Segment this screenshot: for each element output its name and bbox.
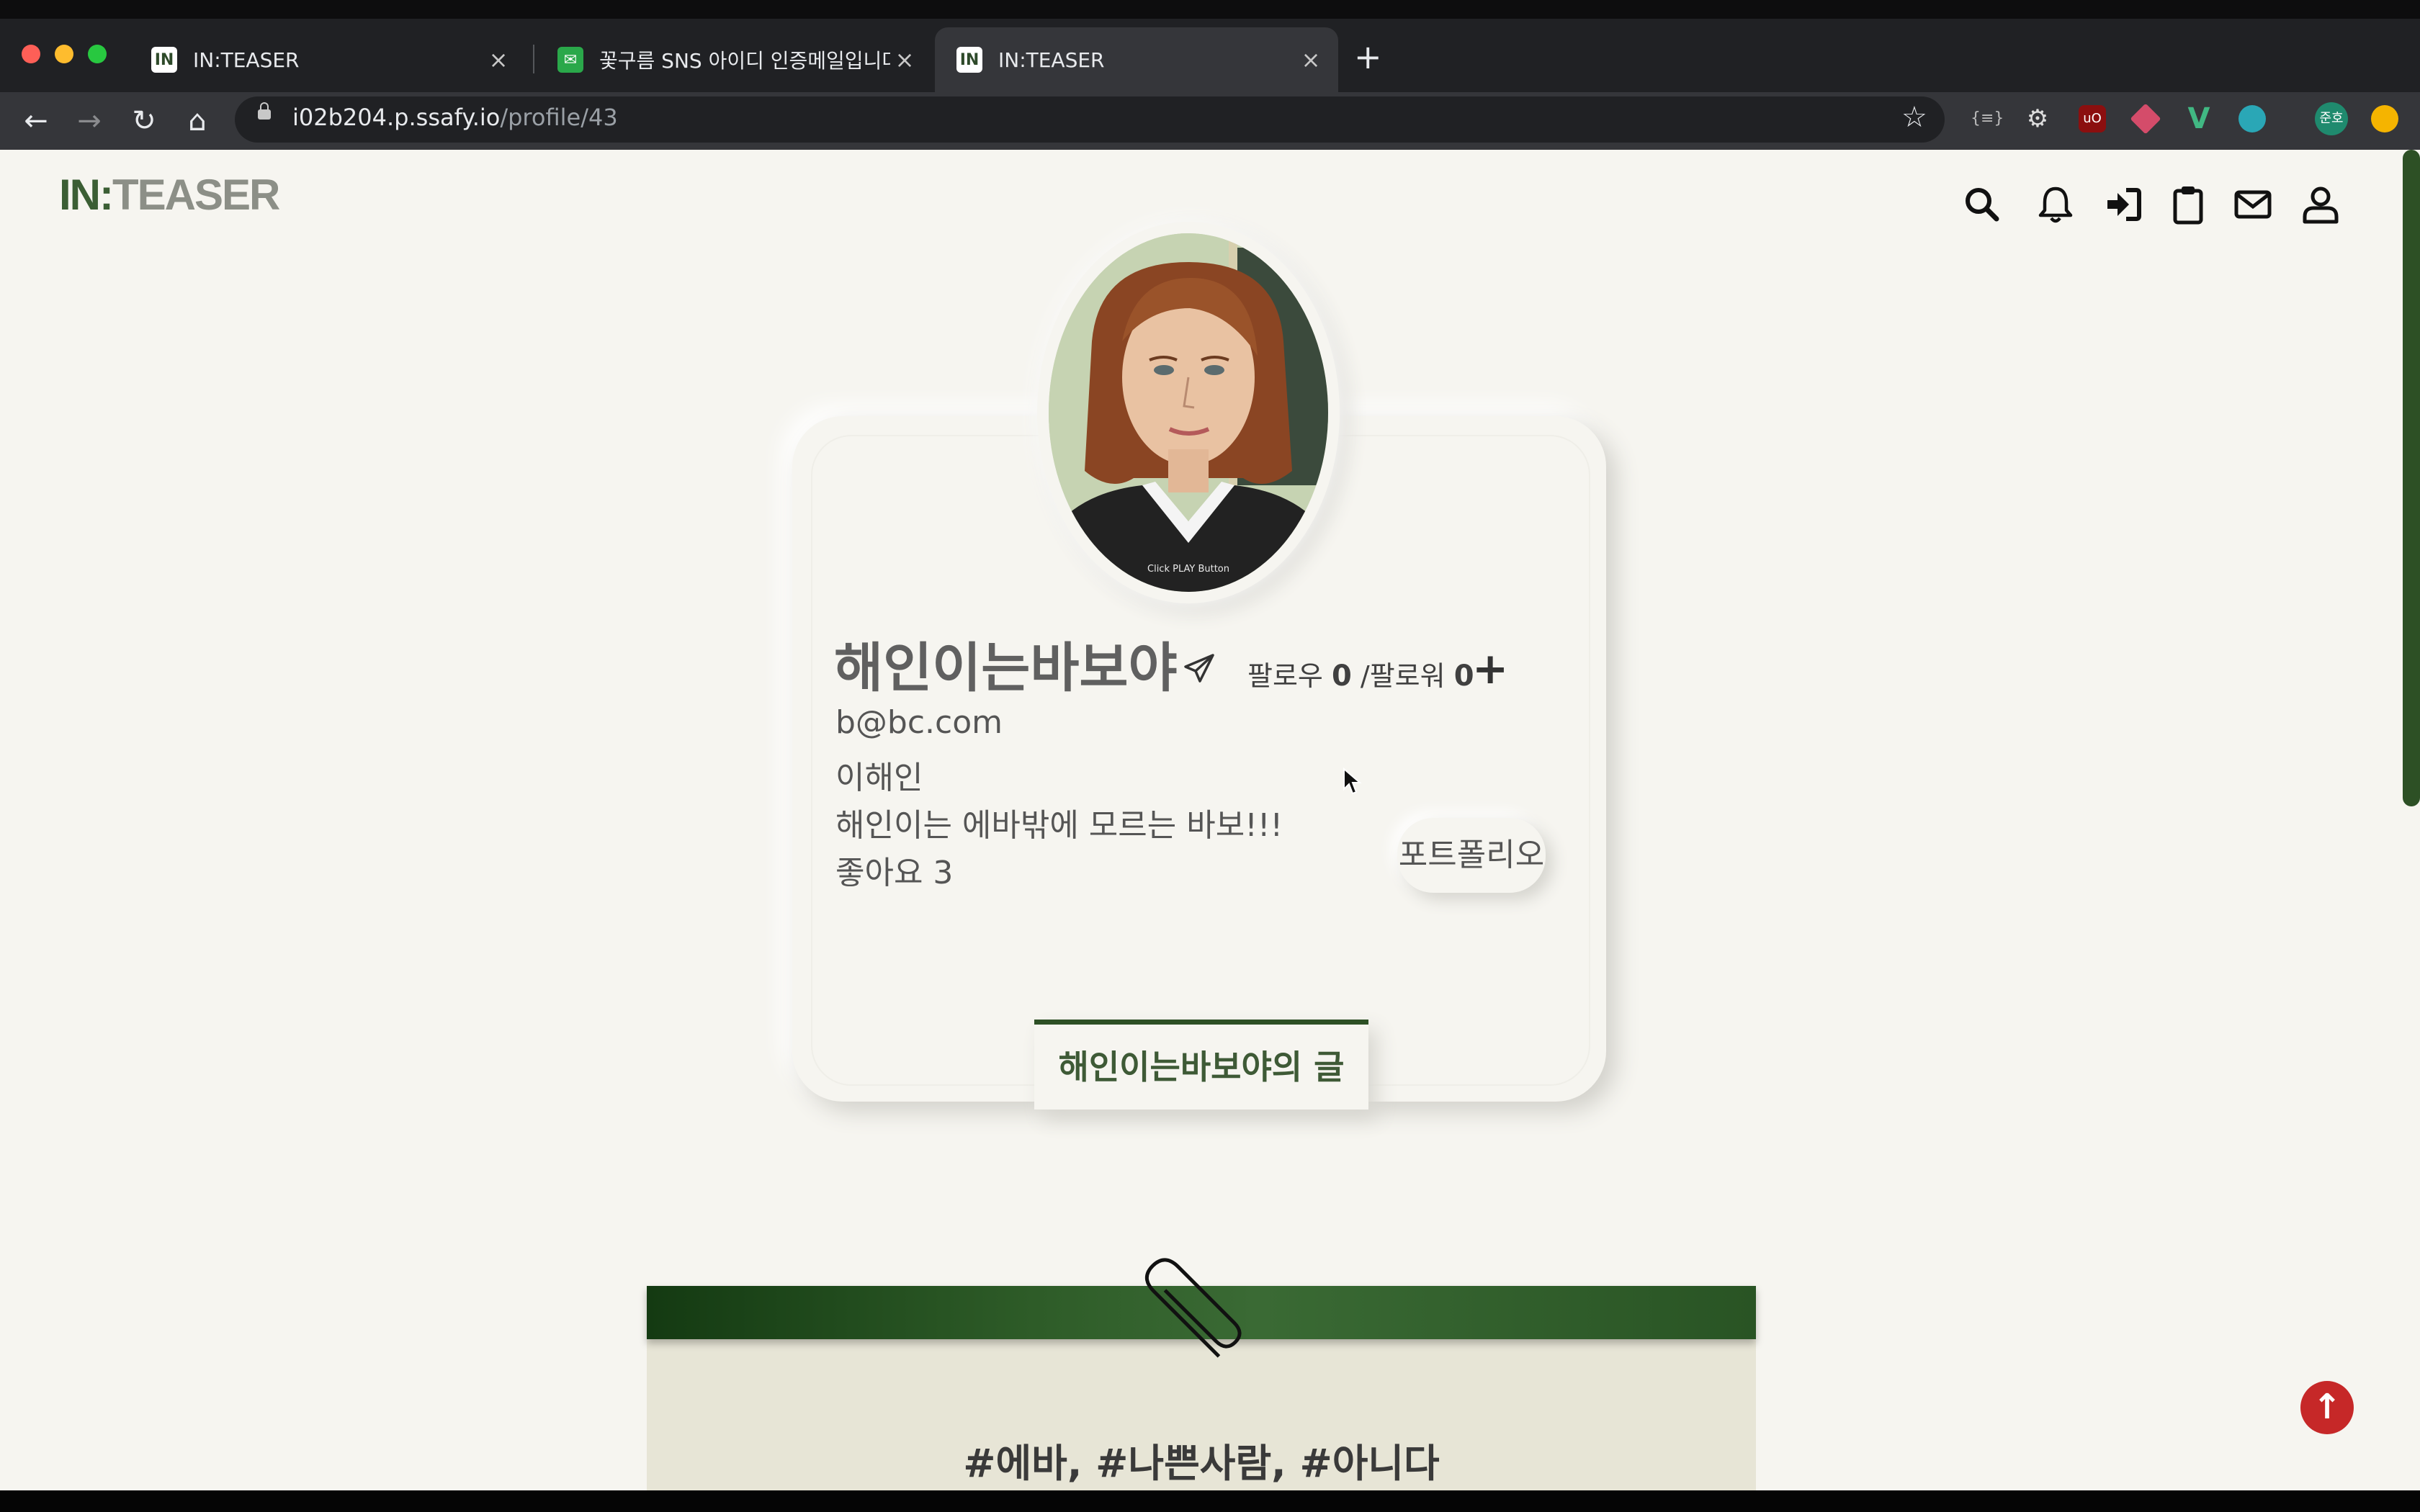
follower-label: 팔로워 xyxy=(1369,660,1446,692)
bell-icon[interactable] xyxy=(2034,183,2077,226)
follow-counts[interactable]: 팔로우 0 /팔로워 0 xyxy=(1247,654,1474,693)
profile-badge-text: 준호 xyxy=(2319,111,2344,126)
page-content: IN:TEASER Click PLAY Button 해인이는바보야 팔로우 … xyxy=(0,150,2420,1490)
logo-colon: : xyxy=(99,171,114,219)
browser-tab[interactable]: ✉ 꽃구름 SNS 아이디 인증메일입니다. × xyxy=(536,27,932,92)
screen-bottom-strip xyxy=(0,1490,2420,1512)
window-maximize-button[interactable] xyxy=(88,45,107,63)
mail-icon[interactable] xyxy=(2231,183,2275,226)
window-close-button[interactable] xyxy=(22,45,40,63)
user-icon[interactable] xyxy=(2299,183,2342,226)
browser-tab[interactable]: IN IN:TEASER × xyxy=(130,27,526,92)
url-text[interactable]: i02b204.p.ssafy.io/profile/43 xyxy=(292,104,618,131)
tab-separator xyxy=(533,45,534,73)
follow-plus-button[interactable]: + xyxy=(1472,644,1508,694)
mail-favicon-icon: ✉ xyxy=(557,47,583,73)
follower-count: 0 xyxy=(1453,660,1474,693)
url-host: i02b204.p.ssafy.io xyxy=(292,104,501,131)
avatar-caption: Click PLAY Button xyxy=(1147,564,1229,575)
logo-in: IN xyxy=(59,171,101,219)
tab-close-icon[interactable]: × xyxy=(484,46,513,73)
profile-avatar[interactable]: 준호 xyxy=(2315,102,2348,135)
url-path: /profile/43 xyxy=(500,104,618,131)
extension-gear-icon[interactable]: ⚙ xyxy=(2024,105,2051,132)
clipboard-icon[interactable] xyxy=(2166,183,2210,226)
forward-arrow-icon[interactable]: → xyxy=(66,98,112,144)
page-scrollbar[interactable] xyxy=(2403,150,2420,806)
tab-close-icon[interactable]: × xyxy=(1296,46,1325,73)
site-logo[interactable]: IN:TEASER xyxy=(59,170,280,220)
follow-separator: / xyxy=(1351,660,1370,692)
profile-likes: 좋아요 3 xyxy=(835,855,954,891)
send-message-icon[interactable] xyxy=(1181,651,1217,687)
window-minimize-button[interactable] xyxy=(55,45,73,63)
tab-title: IN:TEASER xyxy=(998,48,1105,72)
profile-bio: 해인이는 에바밖에 모르는 바보!!! xyxy=(835,807,1283,844)
posts-tab[interactable]: 해인이는바보야의 글 xyxy=(1034,1020,1368,1110)
extension-yellow-icon[interactable] xyxy=(2371,105,2398,132)
home-icon[interactable]: ⌂ xyxy=(174,98,220,144)
inteaser-favicon-icon: IN xyxy=(151,47,177,73)
profile-name: 이해인 xyxy=(835,760,923,796)
tab-close-icon[interactable]: × xyxy=(890,46,919,73)
profile-email: b@bc.com xyxy=(835,704,1003,741)
tab-title: IN:TEASER xyxy=(193,48,300,72)
mouse-cursor-icon xyxy=(1343,767,1364,796)
new-tab-icon[interactable]: + xyxy=(1354,37,1382,76)
reload-icon[interactable]: ↻ xyxy=(121,98,167,144)
profile-nickname: 해인이는바보야 xyxy=(834,637,1178,699)
profile-avatar-image[interactable]: Click PLAY Button xyxy=(1049,233,1328,592)
lock-icon xyxy=(258,102,271,120)
browser-tab-active[interactable]: IN IN:TEASER × xyxy=(935,27,1338,92)
portfolio-button[interactable]: 포트폴리오 xyxy=(1397,818,1546,893)
logo-teaser: TEASER xyxy=(112,171,280,219)
extension-json-icon[interactable]: {≡} xyxy=(1971,105,2004,132)
search-icon[interactable] xyxy=(1960,183,2004,226)
extension-ublock-icon[interactable]: uO xyxy=(2079,105,2106,132)
paperclip-icon xyxy=(1124,1243,1253,1372)
extension-vue-icon[interactable]: V xyxy=(2185,104,2213,133)
post-tags: #에바, #나쁜사람, #아니다 xyxy=(963,1441,1440,1486)
back-arrow-icon[interactable]: ← xyxy=(13,98,59,144)
inteaser-favicon-icon: IN xyxy=(956,47,982,73)
extension-circle-icon[interactable] xyxy=(2238,105,2266,132)
tab-title: 꽃구름 SNS 아이디 인증메일입니다. xyxy=(599,49,890,73)
bookmark-star-icon[interactable]: ☆ xyxy=(1901,101,1927,134)
following-label: 팔로우 xyxy=(1247,660,1323,692)
login-icon[interactable] xyxy=(2102,183,2145,226)
screen-top-strip xyxy=(0,0,2420,19)
following-count: 0 xyxy=(1331,660,1352,693)
scroll-to-top-button[interactable]: ↑ xyxy=(2300,1381,2354,1434)
